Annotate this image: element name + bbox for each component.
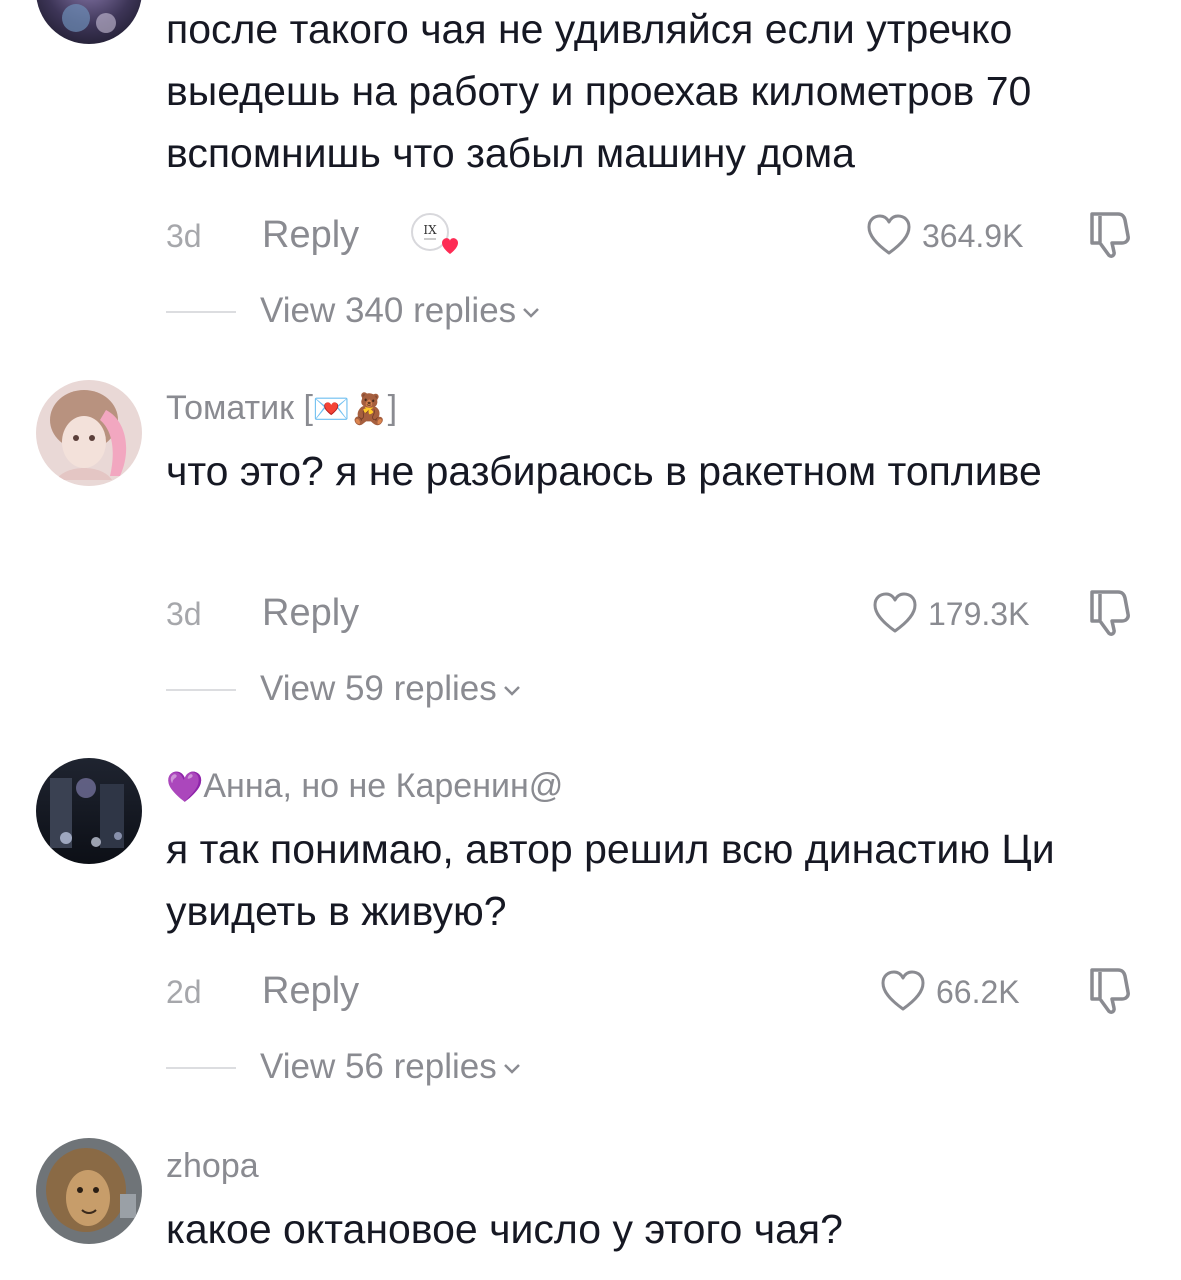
view-replies-button[interactable]: View 59 replies [0,664,1181,714]
like-button[interactable]: 179.3K [872,588,1062,638]
avatar[interactable] [36,380,142,486]
thumbs-down-icon[interactable] [1080,964,1136,1016]
divider [166,689,236,691]
view-replies-label: View 56 replies [260,1047,497,1086]
heart-outline-icon [867,214,911,255]
view-replies-label: View 340 replies [260,291,517,330]
like-button[interactable]: 364.9K [866,210,1056,260]
comment-age: 3d [166,596,202,632]
divider [166,311,236,313]
avatar[interactable] [36,0,142,44]
heart-outline-icon [881,970,925,1011]
purple-heart-emoji: 💜 [166,770,204,805]
chevron-down-icon [503,685,520,696]
comment-text: я так понимаю, автор решил всю династию … [166,826,1055,934]
reply-button[interactable]: Reply [262,212,359,258]
view-replies-button[interactable]: View 56 replies [0,1042,1181,1092]
username[interactable]: Томатик [💌🧸] [166,388,397,430]
reply-button[interactable]: Reply [262,590,359,636]
view-replies-button[interactable]: View 340 replies [0,286,1181,336]
creator-liked-badge-icon: IX [406,208,466,264]
comment-text: какое октановое число у этого чая? [166,1206,843,1252]
username-emoji: 💌🧸 [312,392,388,427]
divider [166,1067,236,1069]
comment-text: что это? я не разбираюсь в ракетном топл… [166,448,1042,494]
comment-age: 3d [166,218,202,254]
like-count: 66.2K [936,974,1020,1010]
like-count: 179.3K [928,596,1030,632]
avatar[interactable] [36,1138,142,1244]
comment-text: после такого чая не удивляйся если утреч… [166,6,1032,176]
avatar[interactable] [36,758,142,864]
thumbs-down-icon[interactable] [1080,208,1136,260]
like-button[interactable]: 66.2K [880,966,1070,1016]
thumbs-down-icon[interactable] [1080,586,1136,638]
like-count: 364.9K [922,218,1024,254]
heart-outline-icon [873,592,917,633]
username[interactable]: zhopa [166,1146,259,1186]
chevron-down-icon [523,307,540,318]
username[interactable]: 💜Анна, но не Каренин@ [166,766,563,808]
comment-age: 2d [166,974,202,1010]
view-replies-label: View 59 replies [260,669,497,708]
chevron-down-icon [503,1063,520,1074]
svg-text:IX: IX [423,223,437,237]
reply-button[interactable]: Reply [262,968,359,1014]
